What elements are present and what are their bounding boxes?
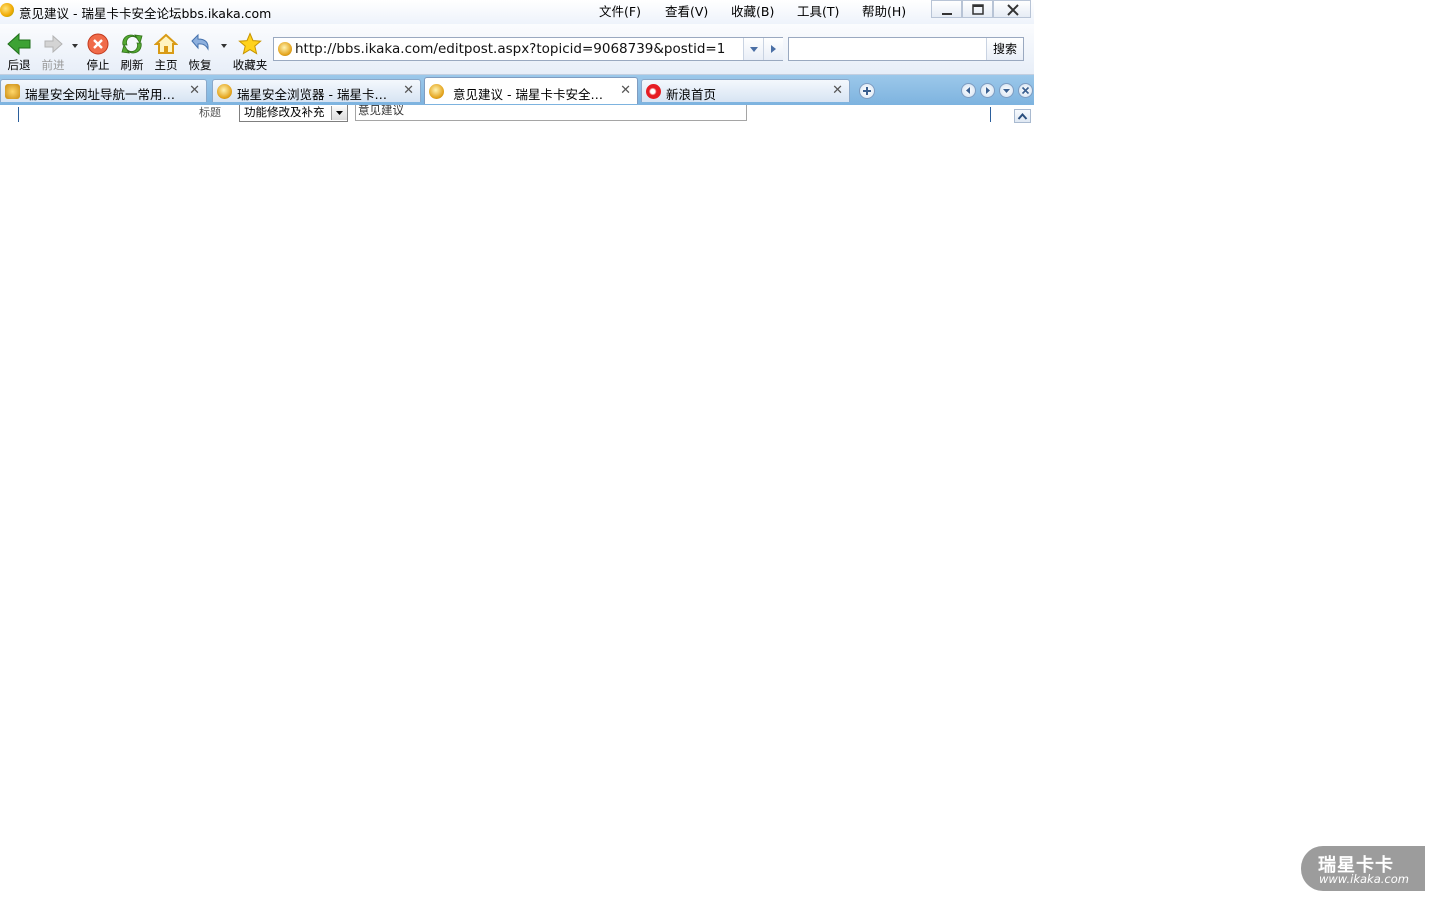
chevron-down-icon xyxy=(750,47,758,52)
tab-close-icon[interactable]: ✕ xyxy=(620,83,631,98)
menu-favorites[interactable]: 收藏(B) xyxy=(731,1,774,20)
tab-list-button[interactable] xyxy=(999,83,1014,98)
browser-logo-icon xyxy=(0,3,14,17)
chevron-right-icon xyxy=(986,87,990,94)
refresh-label: 刷新 xyxy=(120,58,144,72)
close-tab-button[interactable] xyxy=(1018,83,1033,98)
close-icon xyxy=(1021,86,1030,95)
stop-label: 停止 xyxy=(86,58,110,72)
home-label: 主页 xyxy=(154,58,178,72)
minimize-button[interactable] xyxy=(931,0,962,18)
sina-eye-icon xyxy=(646,84,661,99)
browser-window: 意见建议 - 瑞星卡卡安全论坛bbs.ikaka.com 文件(F) 查看(V)… xyxy=(0,0,1034,123)
search-box: 搜索 xyxy=(788,37,1024,61)
home-button[interactable]: 主页 xyxy=(149,30,183,72)
forward-dropdown-icon[interactable] xyxy=(72,44,78,48)
title-input[interactable]: 意见建议 xyxy=(355,105,747,121)
site-favicon-icon xyxy=(429,84,444,99)
new-tab-button[interactable] xyxy=(859,83,875,99)
menu-tools[interactable]: 工具(T) xyxy=(797,1,839,20)
minimize-icon xyxy=(942,13,952,15)
forward-arrow-icon xyxy=(44,34,63,54)
close-window-button[interactable] xyxy=(993,0,1031,18)
site-favicon-icon xyxy=(278,42,292,56)
site-favicon-icon xyxy=(217,84,232,99)
undo-arrow-icon xyxy=(191,33,209,51)
tab-browser[interactable]: 瑞星安全浏览器 - 瑞星卡… ✕ xyxy=(212,79,421,102)
maximize-icon xyxy=(972,4,984,15)
refresh-icon xyxy=(121,34,143,54)
home-icon xyxy=(154,33,178,54)
favorites-button[interactable]: 收藏夹 xyxy=(231,30,269,72)
chevron-down-icon xyxy=(336,111,343,115)
tab-sina[interactable]: 新浪首页 ✕ xyxy=(641,79,850,102)
tab-navigation[interactable]: 瑞星安全网址导航一常用… ✕ xyxy=(0,79,207,102)
tab-close-icon[interactable]: ✕ xyxy=(189,83,200,98)
menu-help[interactable]: 帮助(H) xyxy=(862,1,906,20)
tab-label: 意见建议 - 瑞星卡卡安全… xyxy=(453,87,603,102)
tab-close-icon[interactable]: ✕ xyxy=(403,83,414,98)
chevron-left-icon xyxy=(966,87,970,94)
watermark-url: www.ikaka.com xyxy=(1319,872,1409,886)
address-history-dropdown[interactable] xyxy=(743,38,764,60)
search-input[interactable] xyxy=(789,38,985,60)
go-button[interactable] xyxy=(763,38,783,60)
favorites-label: 收藏夹 xyxy=(232,58,268,72)
select-dropdown-arrow[interactable] xyxy=(331,106,347,120)
maximize-button[interactable] xyxy=(962,0,993,18)
tab-close-icon[interactable]: ✕ xyxy=(832,83,843,98)
tab-label: 新浪首页 xyxy=(666,87,717,102)
chevron-down-icon xyxy=(1003,89,1010,93)
back-button[interactable]: 后退 xyxy=(2,30,36,72)
address-bar[interactable]: http://bbs.ikaka.com/editpost.aspx?topic… xyxy=(273,37,783,61)
restore-label: 恢复 xyxy=(188,58,212,72)
address-url[interactable]: http://bbs.ikaka.com/editpost.aspx?topic… xyxy=(295,41,743,57)
tab-bar: 瑞星安全网址导航一常用… ✕ 瑞星安全浏览器 - 瑞星卡… ✕ 意见建议 - 瑞… xyxy=(0,75,1034,105)
back-arrow-icon xyxy=(7,32,31,56)
title-bar: 意见建议 - 瑞星卡卡安全论坛bbs.ikaka.com 文件(F) 查看(V)… xyxy=(0,0,1034,24)
forward-button[interactable]: 前进 xyxy=(36,30,70,72)
restore-dropdown-icon[interactable] xyxy=(221,44,227,48)
window-title: 意见建议 - 瑞星卡卡安全论坛bbs.ikaka.com xyxy=(19,6,272,21)
content-border-right xyxy=(990,107,991,122)
refresh-button[interactable]: 刷新 xyxy=(115,30,149,72)
search-button[interactable]: 搜索 xyxy=(986,38,1023,60)
chevron-up-icon xyxy=(1017,112,1028,120)
title-label: 标题 xyxy=(199,106,221,119)
menu-view[interactable]: 查看(V) xyxy=(665,1,708,20)
tab-label: 瑞星安全网址导航一常用… xyxy=(25,87,176,102)
lion-logo-icon xyxy=(5,84,20,99)
tab-scroll-right-button[interactable] xyxy=(980,83,995,98)
category-select[interactable]: 功能修改及补充 xyxy=(239,105,348,122)
star-icon xyxy=(238,32,262,55)
close-icon xyxy=(1007,4,1019,16)
back-label: 后退 xyxy=(7,58,31,72)
plus-icon xyxy=(863,87,871,95)
menu-file[interactable]: 文件(F) xyxy=(599,1,641,20)
play-arrow-icon xyxy=(771,45,776,53)
stop-button[interactable]: 停止 xyxy=(81,30,115,72)
scrollbar-up-button[interactable] xyxy=(1014,109,1031,123)
restore-button[interactable]: 恢复 xyxy=(183,30,217,72)
watermark: 瑞星卡卡 www.ikaka.com xyxy=(1301,846,1425,891)
forward-label: 前进 xyxy=(41,58,65,72)
page-content: 标题 功能修改及补充 意见建议 xyxy=(0,105,1034,123)
stop-icon xyxy=(87,33,109,55)
tab-feedback[interactable]: 意见建议 - 瑞星卡卡安全… ✕ xyxy=(424,77,638,104)
tab-label: 瑞星安全浏览器 - 瑞星卡… xyxy=(237,87,387,102)
category-selected-value: 功能修改及补充 xyxy=(244,105,325,119)
tab-scroll-left-button[interactable] xyxy=(961,83,976,98)
content-border-left xyxy=(18,107,19,122)
